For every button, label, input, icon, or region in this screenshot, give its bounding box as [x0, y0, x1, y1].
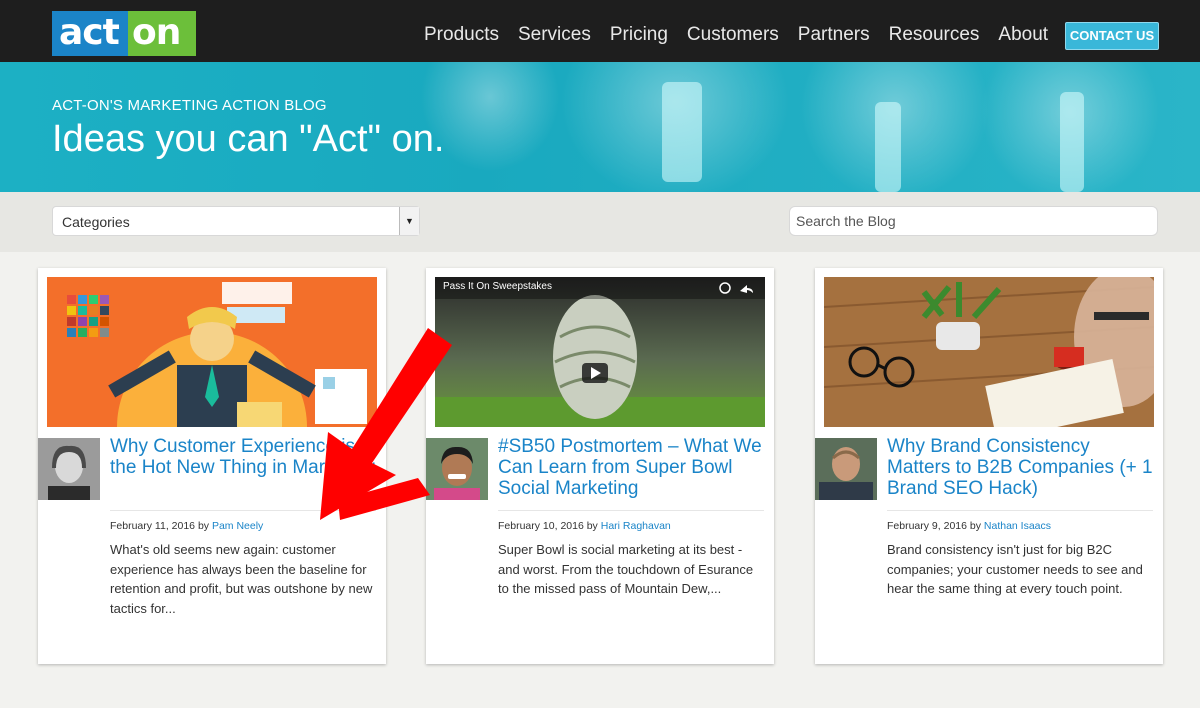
post-date: February 11, 2016 by — [110, 520, 212, 532]
post-excerpt: Super Bowl is social marketing at its be… — [498, 542, 754, 596]
author-avatar[interactable] — [426, 438, 488, 500]
categories-label: Categories — [62, 214, 130, 230]
divider — [887, 510, 1153, 511]
nav-partners[interactable]: Partners — [798, 24, 870, 46]
bulb-filament — [1060, 92, 1084, 192]
post-title[interactable]: Why Brand Consistency Matters to B2B Com… — [887, 436, 1155, 499]
search-input[interactable] — [789, 206, 1158, 236]
divider — [498, 510, 764, 511]
post-thumbnail-brand-consistency[interactable] — [824, 277, 1154, 427]
post-title[interactable]: #SB50 Postmortem – What We Can Learn fro… — [498, 436, 766, 499]
nav-resources[interactable]: Resources — [889, 24, 980, 46]
divider — [110, 510, 376, 511]
act-on-logo[interactable]: act on — [52, 11, 196, 56]
post-excerpt: Brand consistency isn't just for big B2C… — [887, 542, 1143, 596]
bulb-filament — [875, 102, 901, 192]
bulb-filament — [662, 82, 702, 182]
video-title: Pass It On Sweepstakes — [443, 281, 552, 292]
nav-products[interactable]: Products — [424, 24, 499, 46]
hero-banner: ACT-ON'S MARKETING ACTION BLOG Ideas you… — [0, 62, 1200, 192]
post-video-thumbnail[interactable]: Pass It On Sweepstakes — [435, 277, 765, 427]
post-meta: February 11, 2016 by Pam Neely — [110, 520, 263, 532]
author-avatar[interactable] — [815, 438, 877, 500]
page-title: Ideas you can "Act" on. — [52, 118, 445, 160]
post-title[interactable]: Why Customer Experience is the Hot New T… — [110, 436, 378, 478]
post-date: February 10, 2016 by — [498, 520, 601, 532]
author-avatar[interactable] — [38, 438, 100, 500]
top-navigation-bar: act on Products Services Pricing Custome… — [0, 0, 1200, 62]
nav-about[interactable]: About — [998, 24, 1048, 46]
post-date: February 9, 2016 by — [887, 520, 984, 532]
post-thumbnail-customer-experience[interactable] — [47, 277, 377, 427]
nav-services[interactable]: Services — [518, 24, 591, 46]
blog-card[interactable]: Pass It On Sweepstakes #SB50 Postmortem … — [426, 268, 774, 664]
nav-customers[interactable]: Customers — [687, 24, 779, 46]
logo-right: on — [128, 11, 196, 56]
blog-card[interactable]: Why Brand Consistency Matters to B2B Com… — [815, 268, 1163, 664]
author-link[interactable]: Pam Neely — [212, 520, 263, 532]
nav-pricing[interactable]: Pricing — [610, 24, 668, 46]
author-link[interactable]: Nathan Isaacs — [984, 520, 1051, 532]
categories-dropdown[interactable]: Categories ▼ — [52, 206, 420, 236]
chevron-down-icon[interactable]: ▼ — [399, 207, 419, 235]
main-nav: Products Services Pricing Customers Part… — [424, 24, 1067, 46]
post-meta: February 9, 2016 by Nathan Isaacs — [887, 520, 1051, 532]
logo-left: act — [52, 11, 128, 56]
author-link[interactable]: Hari Raghavan — [601, 520, 671, 532]
post-excerpt: What's old seems new again: customer exp… — [110, 542, 373, 616]
post-meta: February 10, 2016 by Hari Raghavan — [498, 520, 671, 532]
contact-us-button[interactable]: CONTACT US — [1065, 22, 1159, 50]
filter-bar: Categories ▼ — [0, 192, 1200, 252]
blog-subtitle: ACT-ON'S MARKETING ACTION BLOG — [52, 97, 327, 114]
blog-card[interactable]: Why Customer Experience is the Hot New T… — [38, 268, 386, 664]
